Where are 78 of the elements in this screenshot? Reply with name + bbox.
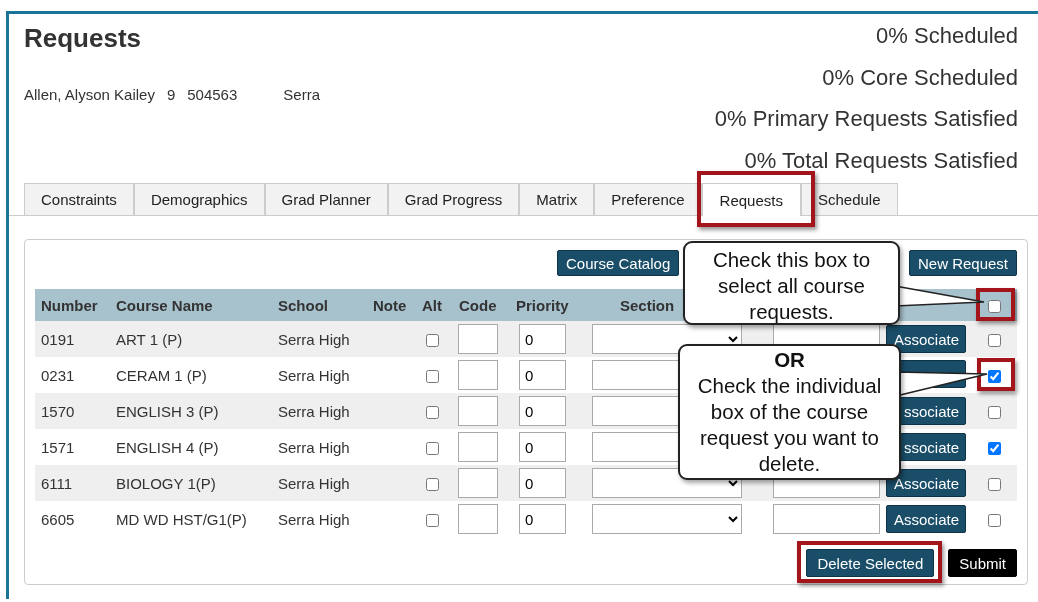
student-id: 504563 bbox=[187, 86, 238, 103]
schedule-stat: 0% Total Requests Satisfied bbox=[743, 146, 1018, 175]
row-checkbox[interactable] bbox=[988, 478, 1001, 492]
school-name: Serra High bbox=[272, 465, 367, 501]
page-title: Requests bbox=[24, 23, 143, 54]
student-name: Allen, Alyson Kailey bbox=[24, 86, 155, 103]
priority-field[interactable]: 0 bbox=[519, 360, 566, 390]
tab[interactable]: Grad Planner bbox=[264, 183, 388, 215]
priority-field[interactable]: 0 bbox=[519, 468, 566, 498]
alt-checkbox[interactable] bbox=[426, 478, 439, 492]
new-request-button[interactable]: New Request bbox=[908, 250, 1017, 276]
schedule-stat: 0% Scheduled bbox=[875, 22, 1018, 50]
school-name: Serra High bbox=[272, 321, 367, 357]
alt-checkbox[interactable] bbox=[426, 370, 439, 384]
row-checkbox[interactable] bbox=[988, 406, 1001, 420]
code-field[interactable] bbox=[458, 504, 498, 534]
course-name: MD WD HST/G1(P) bbox=[110, 501, 272, 537]
priority-field[interactable]: 0 bbox=[519, 432, 566, 462]
course-name: ENGLISH 4 (P) bbox=[110, 429, 272, 465]
schedule-stat: 0% Core Scheduled bbox=[821, 63, 1018, 92]
highlight-frame bbox=[976, 288, 1015, 321]
column-header: Alt bbox=[414, 289, 451, 321]
tab[interactable]: Constraints bbox=[24, 183, 134, 215]
code-field[interactable] bbox=[458, 432, 498, 462]
code-field[interactable] bbox=[458, 360, 498, 390]
associate-button[interactable]: Associate bbox=[886, 325, 966, 353]
student-grade: 9 bbox=[166, 86, 176, 103]
select-all-checkbox[interactable] bbox=[988, 300, 1001, 314]
course-number: 6605 bbox=[35, 501, 110, 537]
tab[interactable]: Schedule bbox=[800, 183, 898, 215]
priority-field[interactable]: 0 bbox=[519, 504, 566, 534]
column-header: Priority bbox=[508, 289, 585, 321]
alt-checkbox[interactable] bbox=[426, 442, 439, 456]
column-header: Code bbox=[451, 289, 508, 321]
school-name: Serra High bbox=[272, 429, 367, 465]
associate-button[interactable]: Associate bbox=[886, 505, 966, 533]
course-catalog-button[interactable]: Course Catalog bbox=[557, 250, 680, 276]
associate-button[interactable]: Associate bbox=[886, 469, 966, 497]
school-name: Serra High bbox=[272, 501, 367, 537]
code-field[interactable] bbox=[458, 468, 498, 498]
column-header: School bbox=[272, 289, 367, 321]
column-header: Note bbox=[367, 289, 414, 321]
course-name: CERAM 1 (P) bbox=[110, 357, 272, 393]
alt-checkbox[interactable] bbox=[426, 334, 439, 348]
priority-field[interactable]: 0 bbox=[519, 324, 566, 354]
school-name: Serra High bbox=[272, 393, 367, 429]
callout-heading: OR bbox=[773, 347, 806, 373]
callout-text: Check the individual box of the course request you want to delete. bbox=[696, 373, 883, 477]
highlight-frame bbox=[977, 358, 1015, 391]
course-number: 1571 bbox=[35, 429, 110, 465]
student-school: Serra bbox=[283, 86, 320, 103]
course-number: 0231 bbox=[35, 357, 110, 393]
row-checkbox[interactable] bbox=[988, 514, 1001, 528]
row-checkbox[interactable] bbox=[988, 334, 1001, 348]
school-name: Serra High bbox=[272, 357, 367, 393]
code-field[interactable] bbox=[458, 396, 498, 426]
course-number: 1570 bbox=[35, 393, 110, 429]
course-name: BIOLOGY 1(P) bbox=[110, 465, 272, 501]
alt-checkbox[interactable] bbox=[426, 514, 439, 528]
alt-checkbox[interactable] bbox=[426, 406, 439, 420]
delete-selected-button[interactable]: Delete Selected bbox=[806, 549, 935, 577]
priority-field[interactable]: 0 bbox=[519, 396, 566, 426]
tab[interactable]: Demographics bbox=[133, 183, 265, 215]
tab[interactable]: Matrix bbox=[519, 183, 595, 215]
text-field[interactable] bbox=[773, 504, 880, 534]
tab[interactable]: Grad Progress bbox=[387, 183, 520, 215]
submit-button[interactable]: Submit bbox=[948, 549, 1017, 577]
tab[interactable]: Requests bbox=[701, 183, 801, 216]
schedule-stat: 0% Primary Requests Satisfied bbox=[714, 105, 1018, 133]
course-name: ENGLISH 3 (P) bbox=[110, 393, 272, 429]
column-header: Number bbox=[35, 289, 110, 321]
row-checkbox[interactable] bbox=[988, 370, 1001, 384]
row-checkbox[interactable] bbox=[988, 442, 1001, 456]
course-number: 6111 bbox=[35, 465, 110, 501]
column-header: Course Name bbox=[110, 289, 272, 321]
code-field[interactable] bbox=[458, 324, 498, 354]
course-name: ART 1 (P) bbox=[110, 321, 272, 357]
course-number: 0191 bbox=[35, 321, 110, 357]
